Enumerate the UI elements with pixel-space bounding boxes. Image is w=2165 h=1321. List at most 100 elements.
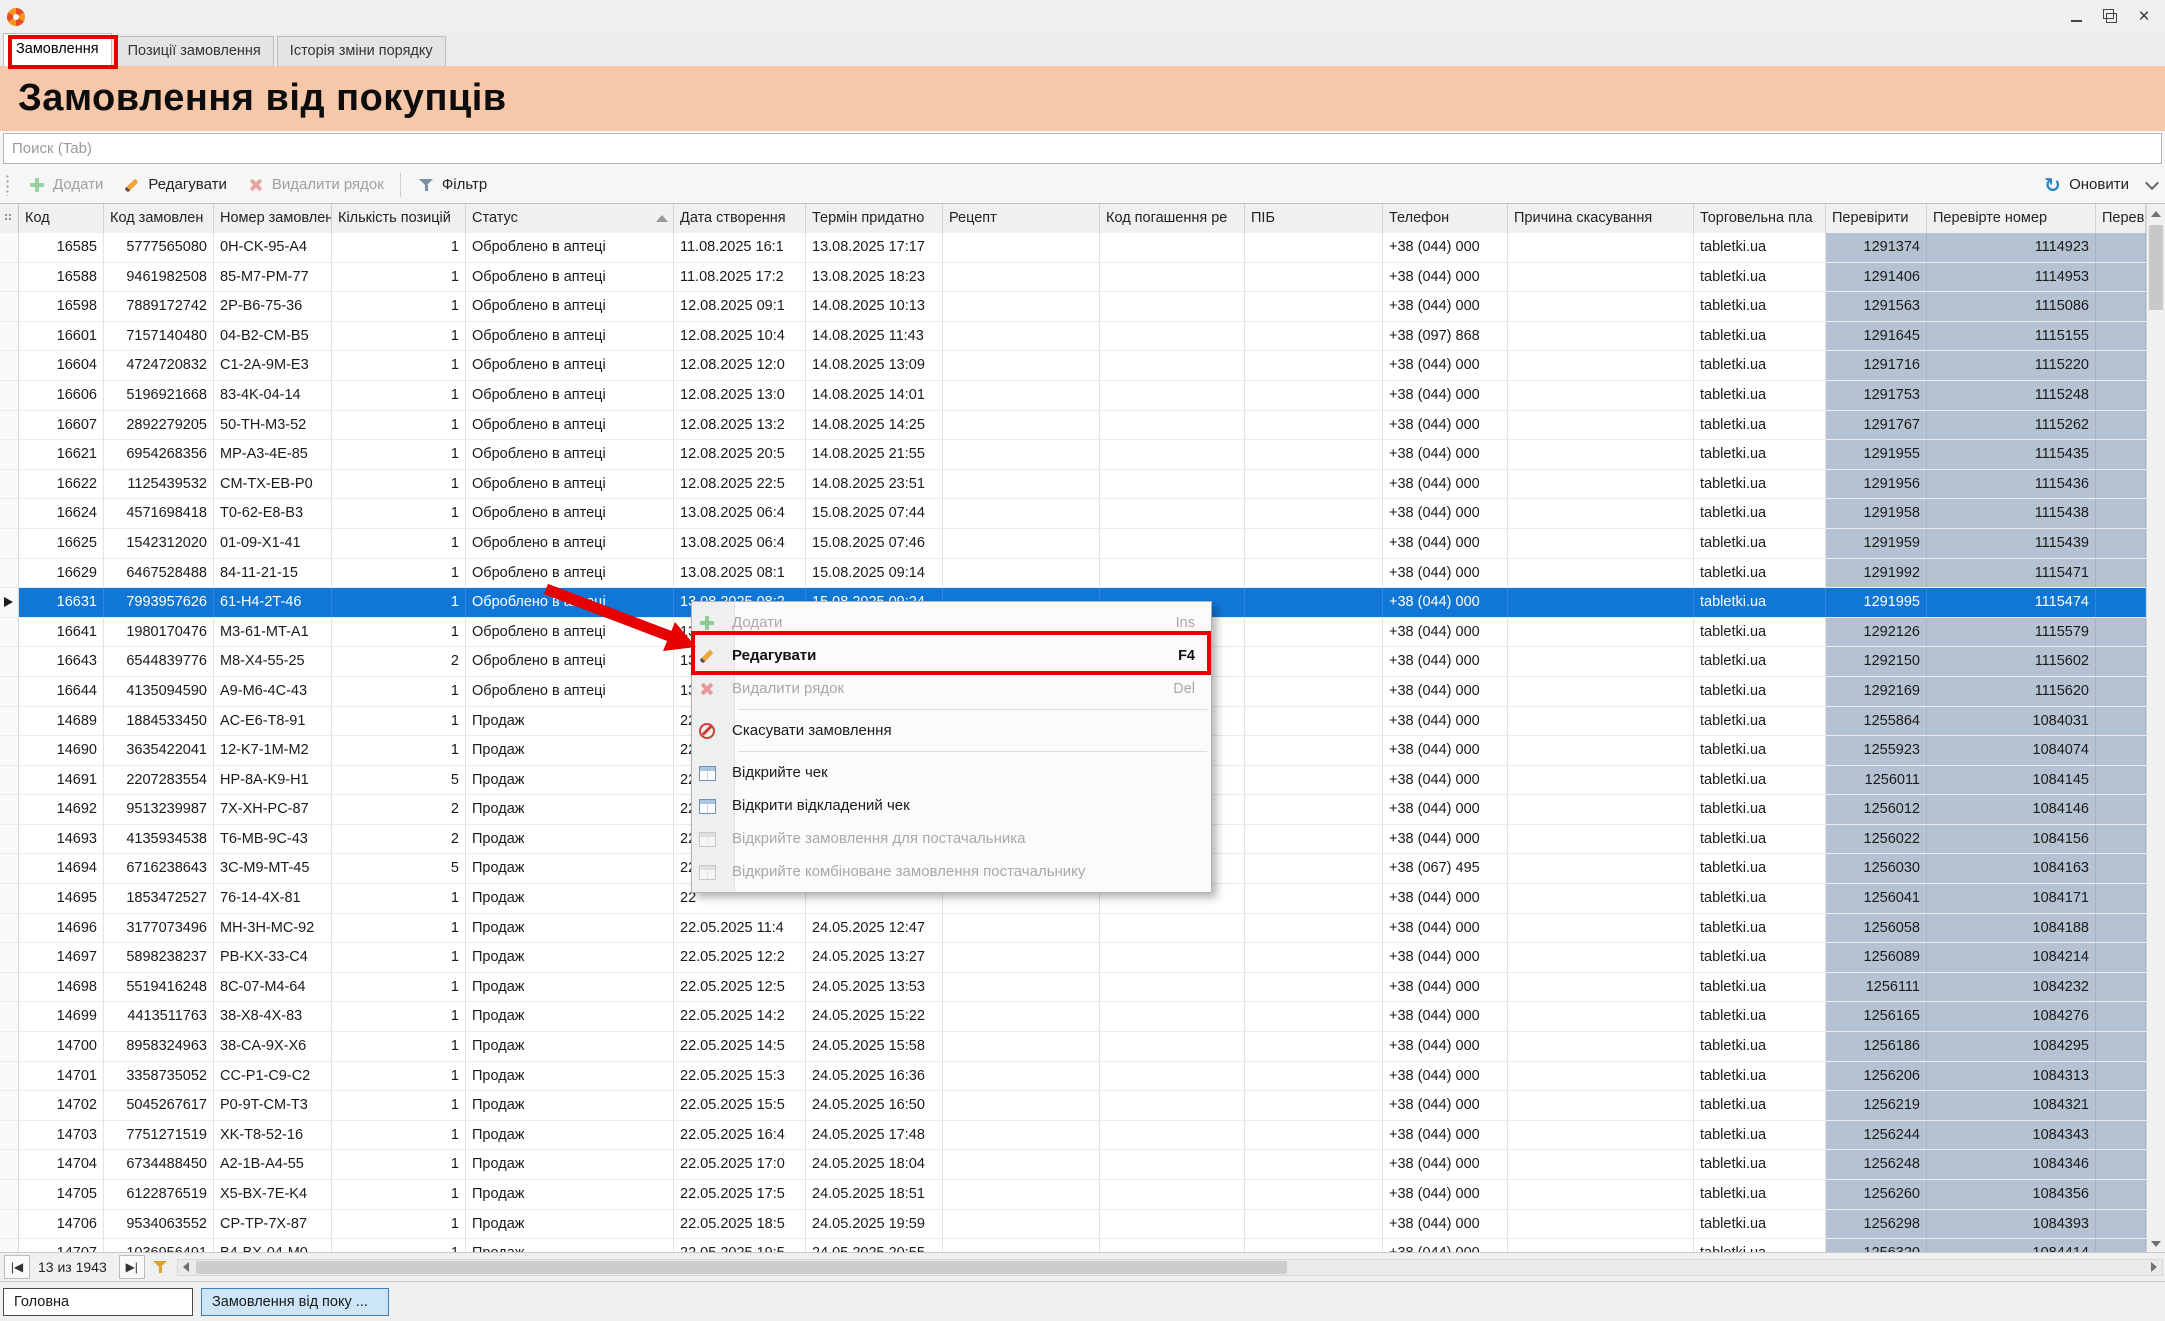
cell-perevirt[interactable] [2096, 529, 2146, 558]
cell-kod[interactable]: 16607 [19, 411, 104, 440]
cell-pereviryty[interactable]: 1291716 [1826, 351, 1927, 380]
cell-perevirt[interactable] [2096, 233, 2146, 262]
cell-termin[interactable]: 14.08.2025 11:43 [806, 322, 943, 351]
cell-kod[interactable]: 14705 [19, 1180, 104, 1209]
cell-kilkist[interactable]: 1 [332, 351, 466, 380]
table-row[interactable]: 14703 7751271519 XK-T8-52-16 1 Продаж 22… [0, 1121, 2146, 1151]
cell-retsept[interactable] [943, 263, 1100, 292]
cell-kod-zamovlennia[interactable]: 6544839776 [104, 647, 214, 676]
cell-perevirte-nomer[interactable]: 1115439 [1927, 529, 2096, 558]
cell-perevirt[interactable] [2096, 943, 2146, 972]
cell-platforma[interactable]: tabletki.ua [1694, 381, 1826, 410]
cell-perevirte-nomer[interactable]: 1115471 [1927, 559, 2096, 588]
menu-item[interactable] [33, 0, 55, 33]
table-row[interactable]: 16604 4724720832 C1-2A-9M-E3 1 Оброблено… [0, 351, 2146, 381]
cell-termin[interactable]: 14.08.2025 14:01 [806, 381, 943, 410]
cell-perevirt[interactable] [2096, 914, 2146, 943]
column-header[interactable]: ПІБ [1245, 204, 1383, 233]
cell-kod[interactable]: 14698 [19, 973, 104, 1002]
close-icon[interactable] [2129, 5, 2159, 29]
cell-status[interactable]: Продаж [466, 1121, 674, 1150]
cell-pib[interactable] [1245, 470, 1383, 499]
cell-kod-zamovlennia[interactable]: 1853472527 [104, 884, 214, 913]
cell-platforma[interactable]: tabletki.ua [1694, 677, 1826, 706]
cell-kilkist[interactable]: 1 [332, 411, 466, 440]
cell-telefon[interactable]: +38 (044) 000 [1383, 766, 1508, 795]
cell-nomer[interactable]: A2-1B-A4-55 [214, 1150, 332, 1179]
cell-telefon[interactable]: +38 (044) 000 [1383, 1150, 1508, 1179]
cell-platforma[interactable]: tabletki.ua [1694, 766, 1826, 795]
cell-status[interactable]: Продаж [466, 707, 674, 736]
app-logo-icon[interactable] [7, 8, 25, 26]
cell-platforma[interactable]: tabletki.ua [1694, 1180, 1826, 1209]
cell-perevirte-nomer[interactable]: 1114953 [1927, 263, 2096, 292]
cell-pib[interactable] [1245, 1032, 1383, 1061]
home-tab-button[interactable]: Головна [3, 1288, 193, 1316]
cell-pereviryty[interactable]: 1291956 [1826, 470, 1927, 499]
table-row[interactable]: 16624 4571698418 T0-62-E8-B3 1 Оброблено… [0, 499, 2146, 529]
cell-kod-zamovlennia[interactable]: 5196921668 [104, 381, 214, 410]
cell-telefon[interactable]: +38 (044) 000 [1383, 914, 1508, 943]
column-header[interactable]: Перевірити [1826, 204, 1927, 233]
cell-pib[interactable] [1245, 943, 1383, 972]
cell-pereviryty[interactable]: 1291958 [1826, 499, 1927, 528]
cell-prychyna[interactable] [1508, 263, 1694, 292]
cell-kilkist[interactable]: 1 [332, 884, 466, 913]
cell-termin[interactable]: 14.08.2025 21:55 [806, 440, 943, 469]
cell-prychyna[interactable] [1508, 322, 1694, 351]
cell-perevirt[interactable] [2096, 559, 2146, 588]
cell-platforma[interactable]: tabletki.ua [1694, 854, 1826, 883]
cell-nomer[interactable]: M3-61-MT-A1 [214, 618, 332, 647]
cell-platforma[interactable]: tabletki.ua [1694, 322, 1826, 351]
cell-prychyna[interactable] [1508, 1150, 1694, 1179]
search-input[interactable] [3, 133, 2162, 164]
filter-button[interactable]: Фільтр [407, 170, 497, 200]
cell-pereviryty[interactable]: 1291767 [1826, 411, 1927, 440]
cell-status[interactable]: Продаж [466, 1032, 674, 1061]
cell-status[interactable]: Оброблено в аптеці [466, 351, 674, 380]
cell-perevirt[interactable] [2096, 1239, 2146, 1253]
cell-platforma[interactable]: tabletki.ua [1694, 411, 1826, 440]
cell-data-stvorennia[interactable]: 12.08.2025 13:0 [674, 381, 806, 410]
cell-nomer[interactable]: 7X-XH-PC-87 [214, 795, 332, 824]
cell-kod-zamovlennia[interactable]: 7889172742 [104, 292, 214, 321]
cell-pereviryty[interactable]: 1256058 [1826, 914, 1927, 943]
cell-prychyna[interactable] [1508, 914, 1694, 943]
cell-kod-pohashennia[interactable] [1100, 499, 1245, 528]
menu-item[interactable] [77, 0, 99, 33]
cell-telefon[interactable]: +38 (044) 000 [1383, 559, 1508, 588]
cell-nomer[interactable]: 61-H4-2T-46 [214, 588, 332, 617]
cell-kod-zamovlennia[interactable]: 4724720832 [104, 351, 214, 380]
cell-platforma[interactable]: tabletki.ua [1694, 647, 1826, 676]
restore-icon[interactable] [2095, 5, 2125, 29]
cell-pib[interactable] [1245, 914, 1383, 943]
cell-kilkist[interactable]: 1 [332, 588, 466, 617]
cell-kod-zamovlennia[interactable]: 1125439532 [104, 470, 214, 499]
cell-perevirte-nomer[interactable]: 1115474 [1927, 588, 2096, 617]
cell-kod-pohashennia[interactable] [1100, 233, 1245, 262]
cell-termin[interactable]: 24.05.2025 18:04 [806, 1150, 943, 1179]
cell-kod-pohashennia[interactable] [1100, 1002, 1245, 1031]
cell-termin[interactable]: 13.08.2025 17:17 [806, 233, 943, 262]
cell-pereviryty[interactable]: 1256219 [1826, 1091, 1927, 1120]
vertical-scrollbar[interactable] [2146, 204, 2165, 1253]
cell-kod-zamovlennia[interactable]: 7751271519 [104, 1121, 214, 1150]
cell-platforma[interactable]: tabletki.ua [1694, 1150, 1826, 1179]
cell-kod-pohashennia[interactable] [1100, 322, 1245, 351]
cell-prychyna[interactable] [1508, 677, 1694, 706]
cell-pib[interactable] [1245, 707, 1383, 736]
cell-kod-zamovlennia[interactable]: 3177073496 [104, 914, 214, 943]
cell-kod-pohashennia[interactable] [1100, 411, 1245, 440]
cell-kod-zamovlennia[interactable]: 6954268356 [104, 440, 214, 469]
cell-termin[interactable]: 24.05.2025 16:50 [806, 1091, 943, 1120]
cell-status[interactable]: Оброблено в аптеці [466, 440, 674, 469]
cell-kod[interactable]: 16588 [19, 263, 104, 292]
column-header[interactable]: Перевірте номер [1927, 204, 2096, 233]
cell-retsept[interactable] [943, 1210, 1100, 1239]
cell-platforma[interactable]: tabletki.ua [1694, 559, 1826, 588]
table-row[interactable]: 14701 3358735052 CC-P1-C9-C2 1 Продаж 22… [0, 1062, 2146, 1092]
cell-kod-zamovlennia[interactable]: 2207283554 [104, 766, 214, 795]
cell-kilkist[interactable]: 1 [332, 914, 466, 943]
tab[interactable]: Замовлення [3, 33, 112, 66]
cell-data-stvorennia[interactable]: 12.08.2025 13:2 [674, 411, 806, 440]
